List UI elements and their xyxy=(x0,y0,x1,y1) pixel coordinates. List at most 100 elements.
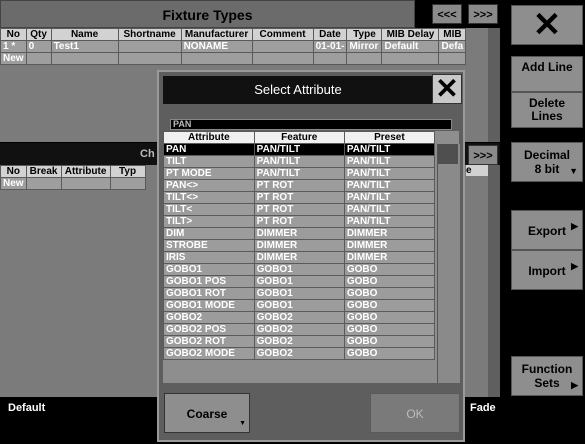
fixture-types-scrollbar[interactable] xyxy=(488,28,500,142)
attribute-row[interactable]: GOBO2 ROT GOBO2 GOBO xyxy=(163,335,436,348)
next-page-button[interactable]: >>> xyxy=(468,4,498,24)
dialog-close-button[interactable]: ✕ xyxy=(432,74,462,104)
attribute-preset[interactable]: GOBO xyxy=(343,287,436,300)
scrollbar-thumb[interactable] xyxy=(438,144,458,164)
attribute-preset[interactable]: DIMMER xyxy=(343,239,436,252)
attribute-row[interactable]: GOBO1 GOBO1 GOBO xyxy=(163,263,436,276)
cell[interactable]: NONAME xyxy=(180,40,253,53)
attribute-row[interactable]: TILT< PT ROT PAN/TILT xyxy=(163,203,436,216)
attribute-preset[interactable]: PAN/TILT xyxy=(343,191,436,204)
attribute-feature[interactable]: PT ROT xyxy=(253,191,345,204)
attribute-row[interactable]: GOBO1 POS GOBO1 GOBO xyxy=(163,275,436,288)
cell[interactable]: 1 * xyxy=(0,40,27,53)
attribute-feature[interactable]: GOBO2 xyxy=(253,347,345,360)
new-row[interactable]: New xyxy=(0,177,146,190)
new-label[interactable]: New xyxy=(0,177,27,190)
attribute-feature[interactable]: DIMMER xyxy=(253,251,345,264)
attribute-preset[interactable]: PAN/TILT xyxy=(343,179,436,192)
attribute-row[interactable]: GOBO1 ROT GOBO1 GOBO xyxy=(163,287,436,300)
attribute-row[interactable]: PT MODE PAN/TILT PAN/TILT xyxy=(163,167,436,180)
coarse-button[interactable]: Coarse ▼ xyxy=(164,393,250,433)
cell[interactable] xyxy=(117,40,182,53)
attribute-row[interactable]: TILT> PT ROT PAN/TILT xyxy=(163,215,436,228)
close-button[interactable]: ✕ xyxy=(511,5,583,45)
table-row[interactable]: 1 * 0 Test1 NONAME 01-01- Mirror Default… xyxy=(0,40,467,53)
attribute-preset[interactable]: DIMMER xyxy=(343,227,436,240)
attribute-feature[interactable]: GOBO1 xyxy=(253,287,345,300)
attribute-row[interactable]: DIM DIMMER DIMMER xyxy=(163,227,436,240)
attribute-name[interactable]: GOBO2 POS xyxy=(163,323,255,336)
attribute-preset[interactable]: GOBO xyxy=(343,335,436,348)
attribute-row[interactable]: TILT PAN/TILT PAN/TILT xyxy=(163,155,436,168)
attribute-feature[interactable]: PAN/TILT xyxy=(253,143,345,156)
channels-scrollbar[interactable] xyxy=(488,165,500,397)
cell[interactable]: Test1 xyxy=(50,40,119,53)
attribute-row[interactable]: GOBO1 MODE GOBO1 GOBO xyxy=(163,299,436,312)
attribute-preset[interactable]: PAN/TILT xyxy=(343,167,436,180)
attribute-name[interactable]: PAN<> xyxy=(163,179,255,192)
channels-next-page-button[interactable]: >>> xyxy=(468,145,498,165)
attribute-preset[interactable]: DIMMER xyxy=(343,251,436,264)
attribute-name[interactable]: DIM xyxy=(163,227,255,240)
attribute-name[interactable]: PT MODE xyxy=(163,167,255,180)
attribute-preset[interactable]: GOBO xyxy=(343,311,436,324)
attribute-preset[interactable]: GOBO xyxy=(343,347,436,360)
attribute-name[interactable]: GOBO1 MODE xyxy=(163,299,255,312)
attribute-preset[interactable]: GOBO xyxy=(343,299,436,312)
cell[interactable]: Defa xyxy=(438,40,467,53)
attribute-name[interactable]: GOBO1 POS xyxy=(163,275,255,288)
attribute-scrollbar[interactable] xyxy=(437,144,460,383)
attribute-preset[interactable]: PAN/TILT xyxy=(343,203,436,216)
attribute-preset[interactable]: PAN/TILT xyxy=(343,215,436,228)
attribute-name[interactable]: GOBO1 xyxy=(163,263,255,276)
attribute-feature[interactable]: DIMMER xyxy=(253,227,345,240)
function-sets-button[interactable]: Function Sets ▶ xyxy=(511,356,583,396)
ok-button[interactable]: OK xyxy=(370,393,460,433)
cell[interactable] xyxy=(251,40,314,53)
attribute-row[interactable]: IRIS DIMMER DIMMER xyxy=(163,251,436,264)
attribute-name[interactable]: TILT> xyxy=(163,215,255,228)
cell[interactable]: 01-01- xyxy=(312,40,348,53)
attribute-preset[interactable]: PAN/TILT xyxy=(343,155,436,168)
attribute-preset[interactable]: GOBO xyxy=(343,275,436,288)
attribute-feature[interactable]: GOBO2 xyxy=(253,311,345,324)
attribute-feature[interactable]: PAN/TILT xyxy=(253,155,345,168)
delete-lines-button[interactable]: Delete Lines xyxy=(511,92,583,128)
attribute-row[interactable]: GOBO2 MODE GOBO2 GOBO xyxy=(163,347,436,360)
attribute-name[interactable]: GOBO2 ROT xyxy=(163,335,255,348)
attribute-feature[interactable]: DIMMER xyxy=(253,239,345,252)
attribute-feature[interactable]: GOBO2 xyxy=(253,323,345,336)
attribute-preset[interactable]: GOBO xyxy=(343,263,436,276)
attribute-feature[interactable]: GOBO1 xyxy=(253,299,345,312)
new-label[interactable]: New xyxy=(0,52,27,65)
attribute-name[interactable]: GOBO2 xyxy=(163,311,255,324)
attribute-search-input[interactable]: PAN xyxy=(170,119,452,130)
attribute-feature[interactable]: PAN/TILT xyxy=(253,167,345,180)
attribute-row[interactable]: PAN<> PT ROT PAN/TILT xyxy=(163,179,436,192)
decimal-8bit-button[interactable]: Decimal 8 bit ▼ xyxy=(511,142,583,182)
attribute-feature[interactable]: GOBO1 xyxy=(253,275,345,288)
attribute-name[interactable]: TILT<> xyxy=(163,191,255,204)
attribute-row[interactable]: STROBE DIMMER DIMMER xyxy=(163,239,436,252)
attribute-name[interactable]: STROBE xyxy=(163,239,255,252)
attribute-preset[interactable]: PAN/TILT xyxy=(343,143,436,156)
add-line-button[interactable]: Add Line xyxy=(511,56,583,92)
attribute-feature[interactable]: PT ROT xyxy=(253,203,345,216)
attribute-name[interactable]: GOBO1 ROT xyxy=(163,287,255,300)
attribute-name[interactable]: GOBO2 MODE xyxy=(163,347,255,360)
attribute-name[interactable]: IRIS xyxy=(163,251,255,264)
attribute-feature[interactable]: GOBO2 xyxy=(253,335,345,348)
attribute-feature[interactable]: PT ROT xyxy=(253,179,345,192)
cell[interactable]: 0 xyxy=(25,40,52,53)
cell[interactable]: Mirror xyxy=(346,40,383,53)
attribute-row[interactable]: GOBO2 POS GOBO2 GOBO xyxy=(163,323,436,336)
attribute-row[interactable]: PAN PAN/TILT PAN/TILT xyxy=(163,143,436,156)
export-button[interactable]: Export ▶ xyxy=(511,210,583,250)
attribute-preset[interactable]: GOBO xyxy=(343,323,436,336)
attribute-feature[interactable]: PT ROT xyxy=(253,215,345,228)
cell[interactable]: Default xyxy=(381,40,440,53)
attribute-name[interactable]: TILT xyxy=(163,155,255,168)
attribute-feature[interactable]: GOBO1 xyxy=(253,263,345,276)
prev-page-button[interactable]: <<< xyxy=(432,4,462,24)
attribute-row[interactable]: GOBO2 GOBO2 GOBO xyxy=(163,311,436,324)
